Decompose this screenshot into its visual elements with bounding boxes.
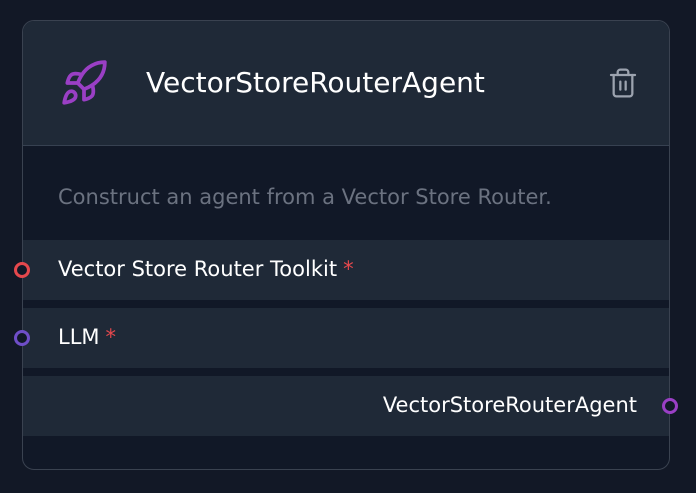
output-field-vectorstorerouteragent: VectorStoreRouterAgent (23, 376, 669, 436)
input-label-text: LLM (58, 325, 100, 349)
input-handle-llm[interactable] (14, 330, 30, 346)
node-title: VectorStoreRouterAgent (146, 66, 485, 99)
input-label: Vector Store Router Toolkit * (58, 254, 354, 284)
required-marker: * (105, 325, 117, 349)
input-label: LLM * (58, 322, 116, 352)
required-marker: * (343, 257, 354, 281)
output-label: VectorStoreRouterAgent (382, 393, 637, 417)
node-header: VectorStoreRouterAgent (23, 21, 669, 146)
rocket-icon (62, 60, 107, 105)
output-handle-vectorstorerouteragent[interactable] (662, 398, 678, 414)
node-description: Construct an agent from a Vector Store R… (58, 185, 552, 209)
input-label-text: Vector Store Router Toolkit (58, 257, 338, 281)
input-field-vector-store-router-toolkit: Vector Store Router Toolkit * (23, 240, 669, 300)
trash-icon[interactable] (607, 65, 639, 101)
input-field-llm: LLM * (23, 308, 669, 368)
agent-node-card[interactable]: VectorStoreRouterAgent Construct an agen… (22, 20, 670, 470)
input-handle-vector-store-router-toolkit[interactable] (14, 262, 30, 278)
